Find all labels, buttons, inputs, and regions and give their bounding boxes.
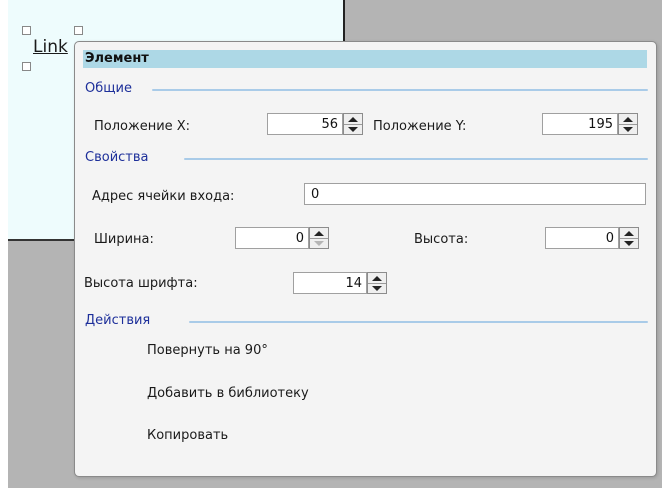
spin-down-button[interactable] — [620, 238, 638, 248]
spin-down-button[interactable] — [344, 124, 362, 134]
position-y-field[interactable]: 195 — [542, 113, 618, 135]
panel-title-bar: Элемент — [83, 50, 647, 68]
section-general-heading: Общие — [85, 81, 132, 96]
triangle-down-icon — [624, 240, 634, 246]
triangle-up-icon — [348, 116, 358, 122]
spin-down-button[interactable] — [368, 283, 386, 293]
position-y-label: Положение Y: — [373, 119, 467, 134]
font-height-spinner[interactable] — [367, 272, 387, 294]
triangle-down-icon — [372, 285, 382, 291]
section-properties-heading: Свойства — [85, 150, 149, 165]
rotate-90-action[interactable]: Повернуть на 90° — [147, 343, 268, 358]
triangle-up-icon — [372, 275, 382, 281]
section-general-rule — [152, 89, 648, 91]
font-height-field[interactable]: 14 — [293, 272, 367, 294]
font-height-value: 14 — [345, 276, 362, 291]
font-height-label: Высота шрифта: — [84, 276, 198, 291]
selected-link-element[interactable]: Link — [22, 26, 83, 71]
section-actions-heading: Действия — [85, 313, 151, 328]
resize-handle-bottom-left[interactable] — [22, 62, 31, 71]
element-properties-panel: Элемент Общие Положение X: 56 Положение … — [74, 41, 657, 477]
input-address-value: 0 — [311, 187, 320, 202]
width-field[interactable]: 0 — [235, 227, 309, 249]
input-address-field[interactable]: 0 — [304, 183, 646, 205]
resize-handle-top-right[interactable] — [74, 26, 83, 35]
panel-title: Элемент — [85, 51, 149, 66]
position-x-field[interactable]: 56 — [267, 113, 343, 135]
width-label: Ширина: — [94, 232, 154, 247]
spin-down-button — [310, 238, 328, 248]
height-value: 0 — [605, 231, 614, 246]
position-x-spinner[interactable] — [343, 113, 363, 135]
position-y-value: 195 — [588, 117, 613, 132]
input-address-label: Адрес ячейки входа: — [92, 189, 235, 204]
section-properties-rule — [184, 158, 648, 160]
triangle-down-icon — [314, 240, 324, 246]
triangle-up-icon — [624, 230, 634, 236]
position-y-spinner[interactable] — [618, 113, 638, 135]
position-x-label: Положение X: — [94, 119, 191, 134]
triangle-down-icon — [348, 126, 358, 132]
height-spinner[interactable] — [619, 227, 639, 249]
add-to-library-action[interactable]: Добавить в библиотеку — [147, 386, 309, 401]
link-label[interactable]: Link — [33, 37, 68, 57]
triangle-up-icon — [314, 230, 324, 236]
triangle-down-icon — [623, 126, 633, 132]
copy-action[interactable]: Копировать — [147, 428, 228, 443]
resize-handle-top-left[interactable] — [22, 26, 31, 35]
width-spinner[interactable] — [309, 227, 329, 249]
position-x-value: 56 — [321, 117, 338, 132]
triangle-up-icon — [623, 116, 633, 122]
spin-down-button[interactable] — [619, 124, 637, 134]
height-field[interactable]: 0 — [545, 227, 619, 249]
section-actions-rule — [189, 321, 648, 323]
width-value: 0 — [295, 231, 304, 246]
height-label: Высота: — [414, 232, 469, 247]
